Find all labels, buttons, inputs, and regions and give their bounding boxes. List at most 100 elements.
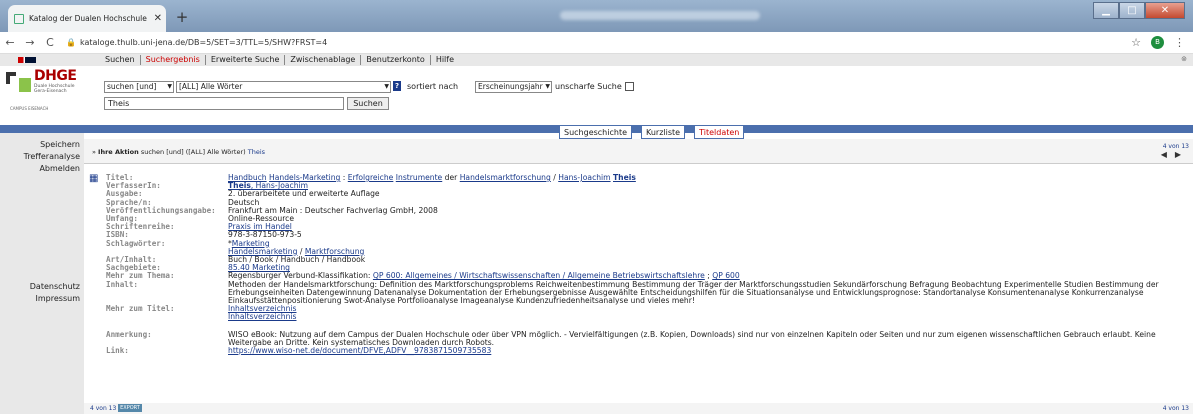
value-titel: Handbuch Handels-Marketing : Erfolgreich… <box>228 173 1188 182</box>
minimize-icon[interactable]: ▁ <box>1093 2 1119 19</box>
new-tab-button[interactable]: + <box>172 8 192 28</box>
action-summary: » Ihre Aktion suchen [und] ([ALL] Alle W… <box>92 148 266 156</box>
menu-hilfe[interactable]: Hilfe <box>431 55 459 65</box>
action-line: » Ihre Aktion suchen [und] ([ALL] Alle W… <box>84 139 1193 164</box>
row-ausgabe: Ausgabe: 2. überarbeitete und erweiterte… <box>106 190 1188 198</box>
language-flag-icon[interactable] <box>18 57 36 63</box>
label-empty <box>106 313 228 321</box>
label-link: Link: <box>106 346 129 356</box>
close-tab-icon[interactable]: ✕ <box>154 13 166 24</box>
menu-erweiterte-suche[interactable]: Erweiterte Suche <box>206 55 286 65</box>
row-mehr-titel-2: Inhaltsverzeichnis <box>106 313 1188 321</box>
action-label: Ihre Aktion <box>98 148 139 156</box>
window-title-blurred <box>560 11 760 20</box>
logo-brand: DHGE <box>34 68 77 84</box>
pager-count: 4 von 13 <box>1162 143 1189 150</box>
value-inhalt: Methoden der Handelsmarktforschung: Defi… <box>228 279 1159 306</box>
value-ausgabe: 2. überarbeitete und erweiterte Auflage <box>228 189 380 199</box>
tab-kurzliste[interactable]: Kurzliste <box>641 125 686 139</box>
title-link-instrumente[interactable]: Instrumente <box>396 173 442 182</box>
title-slash: / <box>553 173 556 182</box>
value-art: Buch / Book / Handbuch / Handbook <box>228 255 366 265</box>
next-record-icon[interactable]: ▶ <box>1175 150 1189 159</box>
maximize-icon[interactable]: □ <box>1119 2 1145 19</box>
title-word-der: der <box>444 173 458 182</box>
title-link-handelsmarktforschung[interactable]: Handelsmarktforschung <box>460 173 551 182</box>
fuzzy-search-label: unscharfe Suche <box>555 82 622 91</box>
title-link-hans-joachim[interactable]: Hans-Joachim <box>558 173 610 182</box>
sidebar-item-trefferanalyse[interactable]: Trefferanalyse <box>0 151 84 163</box>
search-mode-select[interactable]: suchen [und] ▼ <box>104 81 174 93</box>
search-index-select[interactable]: [ALL] Alle Wörter ▼ <box>176 81 391 93</box>
chevron-down-icon: ▼ <box>384 83 389 90</box>
window-controls: ▁ □ ✕ <box>1093 2 1185 19</box>
value-isbn: 978-3-87150-973-5 <box>228 230 302 240</box>
menu-suchen[interactable]: Suchen <box>100 55 141 65</box>
forward-icon[interactable]: → <box>20 36 40 49</box>
tab-titeldaten[interactable]: Titeldaten <box>694 125 745 139</box>
chevron-down-icon: ▼ <box>545 83 550 90</box>
logo-subtitle: Duale Hochschule Gera-Eisenach <box>34 84 75 94</box>
resource-link[interactable]: https://www.wiso-net.de/document/DFVE,AD… <box>228 346 491 355</box>
action-term[interactable]: Theis <box>248 148 265 156</box>
tab-title: Katalog der Dualen Hochschule : <box>29 14 149 23</box>
browser-tab[interactable]: Katalog der Dualen Hochschule : ✕ <box>8 5 166 32</box>
dhge-logo[interactable]: DHGE Duale Hochschule Gera-Eisenach CAMP… <box>6 68 82 118</box>
browser-toolbar: ← → C 🔒 kataloge.thulb.uni-jena.de/DB=5/… <box>0 32 1193 54</box>
site-menubar: Suchen Suchergebnis Erweiterte Suche Zwi… <box>0 54 1193 66</box>
left-sidebar: Speichern Trefferanalyse Abmelden Datens… <box>0 133 84 414</box>
value-veroeffentlichung: Frankfurt am Main : Deutscher Fachverlag… <box>228 205 438 215</box>
help-icon[interactable]: ? <box>393 81 401 91</box>
chevron-down-icon: ▼ <box>167 83 172 90</box>
action-text: suchen [und] ([ALL] Alle Wörter) <box>140 148 246 156</box>
tab-suchgeschichte[interactable]: Suchgeschichte <box>559 125 633 139</box>
value-anmerkung: WISO eBook: Nutzung auf dem Campus der D… <box>228 329 1156 347</box>
lock-icon[interactable]: 🔒 <box>66 38 76 47</box>
label-schlagwoerter: Schlagwörter: <box>106 238 166 248</box>
sort-label: sortiert nach <box>407 82 459 91</box>
browser-menu-icon[interactable]: ⋮ <box>1174 36 1185 49</box>
fuzzy-search-checkbox[interactable] <box>625 82 634 91</box>
label-inhalt: Inhalt: <box>106 279 139 289</box>
close-window-icon[interactable]: ✕ <box>1145 2 1185 19</box>
logo-campus: CAMPUS EISENACH <box>10 106 49 111</box>
page-favicon-icon <box>14 13 24 24</box>
previous-record-icon[interactable]: ◀ <box>1161 150 1175 159</box>
record-details: ▦ Titel: Handbuch Handels-Marketing : Er… <box>84 164 1193 408</box>
search-index-value: [ALL] Alle Wörter <box>179 82 243 91</box>
sidebar-item-speichern[interactable]: Speichern <box>0 139 84 151</box>
bookmark-star-icon[interactable]: ☆ <box>1131 36 1141 49</box>
back-icon[interactable]: ← <box>0 36 20 49</box>
search-input[interactable]: Theis <box>104 97 344 110</box>
dhge-mark-icon <box>6 72 31 92</box>
settings-dot-icon[interactable]: ⊚ <box>1181 55 1187 63</box>
title-separator: : <box>342 173 346 182</box>
browser-titlebar: Katalog der Dualen Hochschule : ✕ + ▁ □ … <box>0 0 1193 32</box>
value-umfang: Online-Ressource <box>228 214 295 224</box>
sidebar-item-datenschutz[interactable]: Datenschutz <box>0 281 84 293</box>
profile-avatar[interactable]: B <box>1151 36 1164 49</box>
row-inhalt: Inhalt: Methoden der Handelsmarktforschu… <box>106 279 1188 306</box>
search-button[interactable]: Suchen <box>347 97 389 110</box>
footer-pager-left: 4 von 13 <box>90 405 117 412</box>
footer-bar: 4 von 13 EXPORT 4 von 13 <box>84 403 1193 414</box>
menu-suchergebnis[interactable]: Suchergebnis <box>141 55 206 65</box>
sidebar-item-abmelden[interactable]: Abmelden <box>0 163 84 175</box>
title-link-theis[interactable]: Theis <box>613 173 636 182</box>
view-tabs: Suchgeschichte Kurzliste Titeldaten <box>0 125 1193 139</box>
menu-zwischenablage[interactable]: Zwischenablage <box>285 55 362 65</box>
search-mode-value: suchen [und] <box>107 82 157 91</box>
title-link-erfolgreiche[interactable]: Erfolgreiche <box>348 173 394 182</box>
main-content: » Ihre Aktion suchen [und] ([ALL] Alle W… <box>84 139 1193 414</box>
toc-link-2[interactable]: Inhaltsverzeichnis <box>228 312 297 321</box>
row-anmerkung: Anmerkung: WISO eBook: Nutzung auf dem C… <box>106 329 1188 347</box>
export-badge[interactable]: EXPORT <box>118 404 142 412</box>
reload-icon[interactable]: C <box>40 36 60 49</box>
sidebar-item-impressum[interactable]: Impressum <box>0 293 84 305</box>
address-bar[interactable]: kataloge.thulb.uni-jena.de/DB=5/SET=3/TT… <box>80 38 327 47</box>
menu-benutzerkonto[interactable]: Benutzerkonto <box>361 55 431 65</box>
label-mehr-titel: Mehr zum Titel: <box>106 304 175 314</box>
sort-select[interactable]: Erscheinungsjahr ▼ <box>475 81 552 93</box>
label-anmerkung: Anmerkung: <box>106 329 152 339</box>
record-pager: 4 von 13 ◀▶ <box>1161 143 1189 159</box>
